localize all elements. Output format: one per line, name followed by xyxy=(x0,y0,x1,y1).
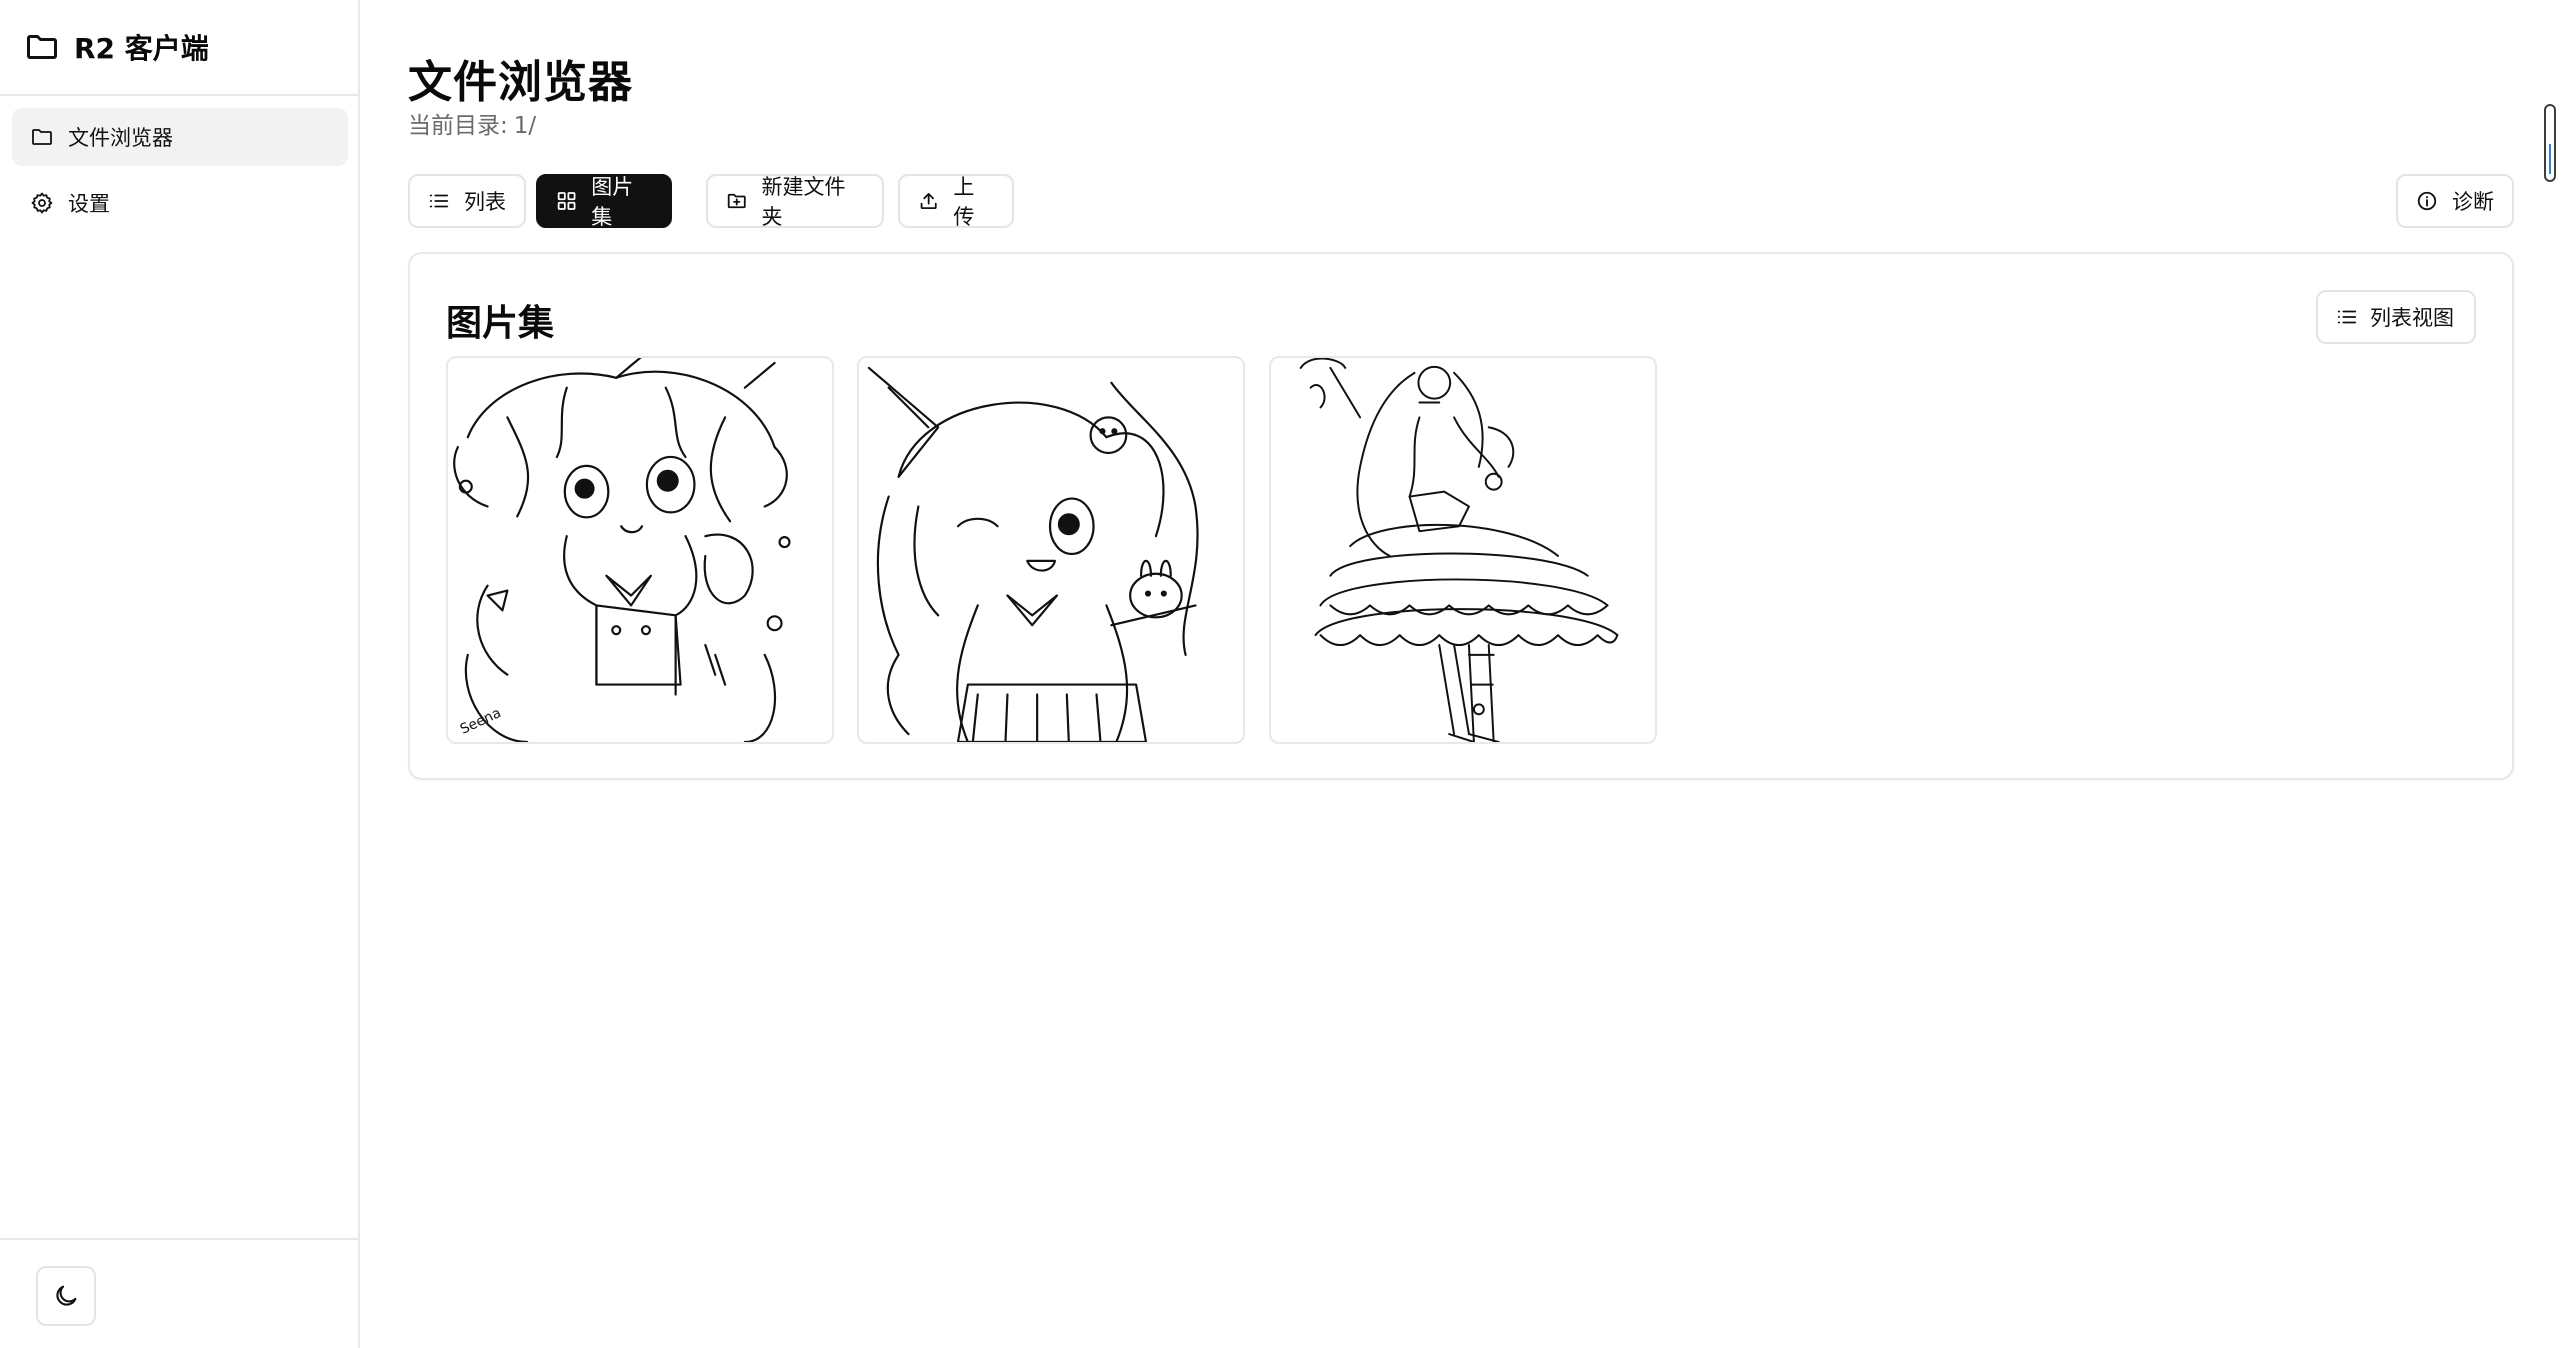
sidebar-footer xyxy=(0,1238,358,1348)
scrollbar-thumb[interactable] xyxy=(2549,144,2551,174)
folder-icon xyxy=(27,35,57,59)
diagnose-label: 诊断 xyxy=(2452,190,2494,214)
list-view-label: 列表 xyxy=(464,190,506,214)
moon-icon xyxy=(56,1285,77,1306)
upload-button[interactable]: 上传 xyxy=(898,174,1014,229)
gallery-view-button[interactable]: 图片集 xyxy=(536,174,672,229)
theme-toggle-button[interactable] xyxy=(36,1266,96,1326)
current-directory-label: 当前目录: xyxy=(408,113,508,139)
gallery-card: 图片集 列表视图 Seena xyxy=(408,252,2514,780)
gallery-title: 图片集 xyxy=(446,303,555,344)
list-view-label: 列表视图 xyxy=(2370,306,2454,330)
scrollbar[interactable] xyxy=(2544,104,2556,182)
new-folder-button[interactable]: 新建文件夹 xyxy=(706,174,884,229)
list-icon xyxy=(2337,310,2357,324)
new-folder-label: 新建文件夹 xyxy=(761,175,846,229)
gallery-image[interactable]: Seena xyxy=(446,356,834,744)
app-window: R2 客户端 文件浏览器 设置 文件浏览器 当前目录: 1/ 列表 图片集 新建… xyxy=(0,0,2561,1348)
main-content: 文件浏览器 当前目录: 1/ 列表 图片集 新建文件夹 上传 诊断 图片集 列表… xyxy=(362,0,2561,1348)
sidebar-item-label: 文件浏览器 xyxy=(68,126,173,150)
gear-icon xyxy=(31,192,53,214)
upload-label: 上传 xyxy=(953,175,975,229)
gallery-view-label: 图片集 xyxy=(591,175,634,229)
sidebar: R2 客户端 文件浏览器 设置 xyxy=(0,0,360,1348)
list-icon xyxy=(429,194,449,208)
chibi-fox-girl-line-art xyxy=(867,366,1199,742)
gallery-image[interactable] xyxy=(1269,356,1657,744)
folder-plus-icon xyxy=(727,193,746,209)
frilled-dress-girl-line-art xyxy=(1299,358,1619,742)
page-title: 文件浏览器 xyxy=(408,57,633,108)
sidebar-item-label: 设置 xyxy=(68,192,110,216)
app-title: R2 客户端 xyxy=(74,32,209,65)
list-view-button[interactable]: 列表 xyxy=(408,174,526,228)
current-directory-value: 1/ xyxy=(513,113,537,139)
grid-icon xyxy=(557,192,576,210)
current-directory: 当前目录: 1/ xyxy=(408,106,536,140)
folder-icon xyxy=(32,129,52,145)
sidebar-item-settings[interactable]: 设置 xyxy=(12,174,348,232)
upload-icon xyxy=(920,193,937,209)
sidebar-item-file-browser[interactable]: 文件浏览器 xyxy=(12,108,348,166)
brand-header: R2 客户端 xyxy=(0,0,358,96)
chibi-cat-line-art: Seena xyxy=(453,358,791,742)
diagnose-button[interactable]: 诊断 xyxy=(2396,174,2514,228)
sidebar-nav: 文件浏览器 设置 xyxy=(12,108,348,240)
gallery-image[interactable] xyxy=(857,356,1245,744)
info-icon xyxy=(2417,191,2437,211)
switch-to-list-view-button[interactable]: 列表视图 xyxy=(2316,290,2476,344)
